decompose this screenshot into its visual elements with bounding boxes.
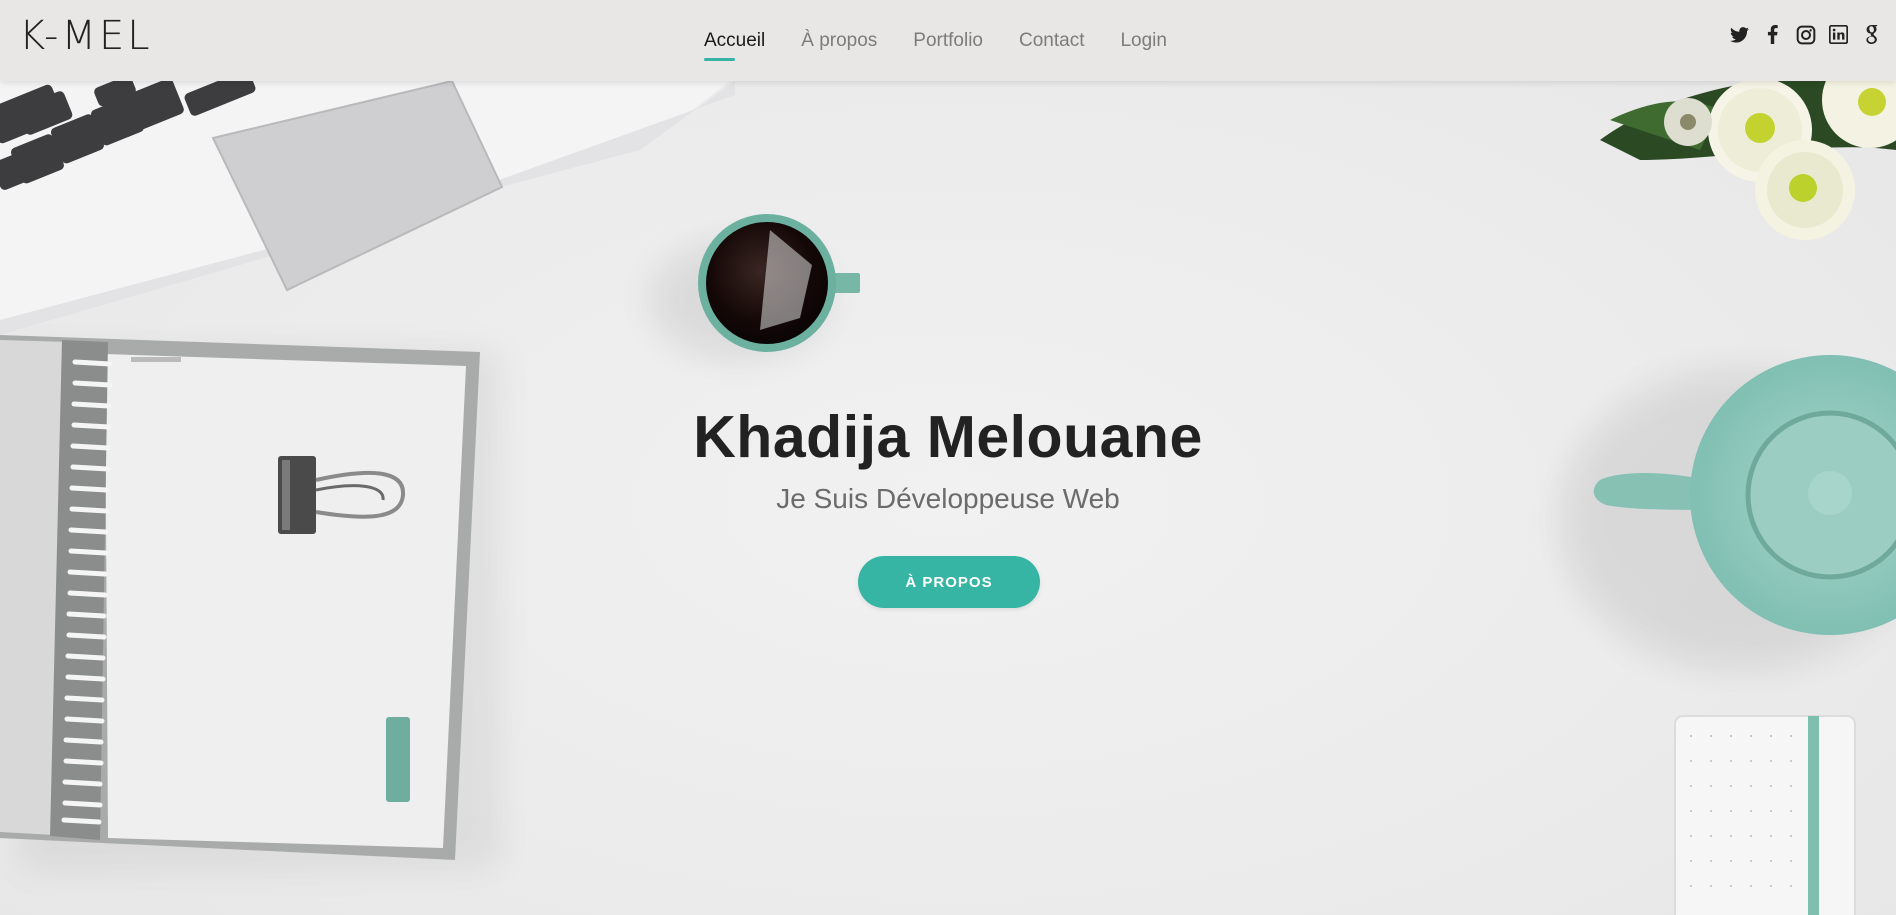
nav-item-a-propos[interactable]: À propos [801,30,877,52]
top-navbar: K-MEL Accueil À propos Portfolio Contact… [0,0,1896,81]
about-button[interactable]: À PROPOS [858,556,1040,608]
nav-item-contact[interactable]: Contact [1019,30,1084,52]
instagram-icon[interactable] [1795,24,1816,45]
hero-subtitle: Je Suis Développeuse Web [776,483,1120,514]
page: K-MEL Accueil À propos Portfolio Contact… [0,0,1896,915]
facebook-icon[interactable] [1762,24,1783,45]
hero-title: Khadija Melouane [693,404,1203,470]
twitter-icon[interactable] [1729,24,1750,45]
main-nav: Accueil À propos Portfolio Contact Login [704,0,1167,81]
site-logo[interactable]: K-MEL [19,13,153,59]
google-icon[interactable] [1861,24,1882,45]
nav-item-accueil[interactable]: Accueil [704,30,765,61]
social-links [1729,24,1882,45]
linkedin-icon[interactable] [1828,24,1849,45]
nav-item-login[interactable]: Login [1120,30,1167,52]
nav-item-portfolio[interactable]: Portfolio [913,30,983,52]
hero-section: Khadija Melouane Je Suis Développeuse We… [0,0,1896,915]
